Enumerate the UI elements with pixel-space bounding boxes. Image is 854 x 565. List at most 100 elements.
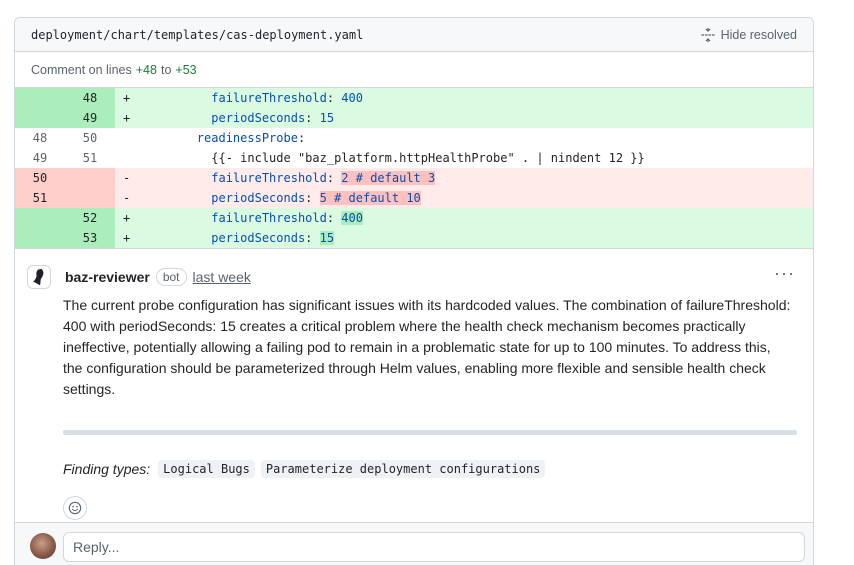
diff-hunk: 48 + failureThreshold: 400 49 + periodSecon… xyxy=(15,88,813,248)
yaml-key: periodSeconds xyxy=(211,191,306,205)
comment-lines-caption: Comment on lines +48 to +53 xyxy=(15,52,813,88)
diff-sign xyxy=(115,148,139,168)
caption-from-line: +48 xyxy=(135,62,157,77)
old-line-number[interactable]: 50 xyxy=(15,168,65,188)
file-header: deployment/chart/templates/cas-deploymen… xyxy=(15,18,813,52)
reply-bar xyxy=(15,522,813,565)
diff-line-add[interactable]: 48 + failureThreshold: 400 xyxy=(15,88,813,108)
add-reaction-button[interactable] xyxy=(63,496,87,520)
caption-prefix: Comment on lines xyxy=(31,62,132,77)
yaml-key: failureThreshold xyxy=(211,171,327,185)
code-text: periodSeconds: 15 xyxy=(139,108,813,128)
review-thread-card: deployment/chart/templates/cas-deploymen… xyxy=(14,17,814,565)
comment-body: The current probe configuration has sign… xyxy=(63,297,791,397)
yaml-separator: : xyxy=(326,211,342,225)
new-line-number[interactable]: 50 xyxy=(65,128,115,148)
yaml-value: 400 xyxy=(341,211,363,225)
finding-tag: Parameterize deployment configurations xyxy=(260,460,546,478)
code-text: {{- include "baz_platform.httpHealthProb… xyxy=(139,148,813,168)
diff-sign xyxy=(115,128,139,148)
diff-line-add[interactable]: 52 + failureThreshold: 400 xyxy=(15,208,813,228)
yaml-value: 5 # default 10 xyxy=(319,191,421,205)
old-line-number[interactable]: 49 xyxy=(15,148,65,168)
yaml-value: 2 # default 3 xyxy=(341,171,436,185)
caption-to-line: +53 xyxy=(175,62,197,77)
old-line-number[interactable] xyxy=(15,208,65,228)
yaml-value: 15 xyxy=(319,231,335,245)
yaml-separator: : xyxy=(326,91,342,105)
comment-header: baz-reviewer bot last week xyxy=(27,265,797,289)
diff-sign: + xyxy=(123,111,131,125)
old-line-number[interactable] xyxy=(15,88,65,108)
diff-sign: - xyxy=(123,191,131,205)
yaml-separator: : xyxy=(297,131,306,145)
yaml-value: {{- include "baz_platform.httpHealthProb… xyxy=(211,151,645,165)
reply-input[interactable] xyxy=(63,532,805,562)
bot-avatar[interactable] xyxy=(27,265,51,289)
new-line-number[interactable]: 51 xyxy=(65,148,115,168)
finding-tag: Logical Bugs xyxy=(158,460,255,478)
yaml-key: readinessProbe xyxy=(196,131,298,145)
comment-divider xyxy=(63,430,797,435)
new-line-number[interactable] xyxy=(65,168,115,188)
baz-logo-icon xyxy=(33,269,44,285)
diff-sign: + xyxy=(123,211,131,225)
yaml-key: failureThreshold xyxy=(211,211,327,225)
comment-timestamp[interactable]: last week xyxy=(193,269,251,285)
yaml-separator: : xyxy=(305,231,320,245)
hide-resolved-label: Hide resolved xyxy=(720,27,797,42)
caption-to-word: to xyxy=(160,62,172,77)
diff-line-del[interactable]: 50 - failureThreshold: 2 # default 3 xyxy=(15,168,813,188)
new-line-number[interactable] xyxy=(65,188,115,208)
diff-line-add[interactable]: 49 + periodSeconds: 15 xyxy=(15,108,813,128)
code-text: periodSeconds: 15 xyxy=(139,228,813,248)
comment-author[interactable]: baz-reviewer xyxy=(65,269,150,285)
user-avatar[interactable] xyxy=(30,533,56,559)
diff-line-ctx[interactable]: 49 51 {{- include "baz_platform.httpHealt… xyxy=(15,148,813,168)
more-options-icon[interactable]: ··· xyxy=(774,263,795,284)
yaml-key: periodSeconds xyxy=(211,231,306,245)
bot-badge: bot xyxy=(155,268,187,286)
diff-sign: + xyxy=(123,91,131,105)
yaml-separator: : xyxy=(305,111,320,125)
yaml-separator: : xyxy=(305,191,320,205)
diff-line-add[interactable]: 53 + periodSeconds: 15 xyxy=(15,228,813,248)
yaml-value: 15 xyxy=(319,111,335,125)
diff-line-ctx[interactable]: 48 50 readinessProbe: xyxy=(15,128,813,148)
code-text: readinessProbe: xyxy=(139,128,813,148)
code-text: failureThreshold: 400 xyxy=(139,88,813,108)
old-line-number[interactable] xyxy=(15,228,65,248)
file-path[interactable]: deployment/chart/templates/cas-deploymen… xyxy=(31,28,363,42)
yaml-key: failureThreshold xyxy=(211,91,327,105)
new-line-number[interactable]: 49 xyxy=(65,108,115,128)
code-text: periodSeconds: 5 # default 10 xyxy=(139,188,813,208)
yaml-separator: : xyxy=(326,171,342,185)
diff-line-del[interactable]: 51 - periodSeconds: 5 # default 10 xyxy=(15,188,813,208)
old-line-number[interactable]: 48 xyxy=(15,128,65,148)
new-line-number[interactable]: 52 xyxy=(65,208,115,228)
finding-types: Finding types: Logical Bugs Parameterize… xyxy=(63,460,797,478)
diff-sign: - xyxy=(123,171,131,185)
diff-sign: + xyxy=(123,231,131,245)
smiley-icon xyxy=(68,501,82,515)
hide-resolved-button[interactable]: Hide resolved xyxy=(700,27,797,42)
old-line-number[interactable]: 51 xyxy=(15,188,65,208)
old-line-number[interactable] xyxy=(15,108,65,128)
code-text: failureThreshold: 2 # default 3 xyxy=(139,168,813,188)
new-line-number[interactable]: 53 xyxy=(65,228,115,248)
fold-icon xyxy=(700,27,715,42)
new-line-number[interactable]: 48 xyxy=(65,88,115,108)
yaml-key: periodSeconds xyxy=(211,111,306,125)
yaml-value: 400 xyxy=(341,91,363,105)
code-text: failureThreshold: 400 xyxy=(139,208,813,228)
review-comment: baz-reviewer bot last week ··· The curre… xyxy=(15,248,813,523)
finding-types-label: Finding types: xyxy=(63,461,151,477)
